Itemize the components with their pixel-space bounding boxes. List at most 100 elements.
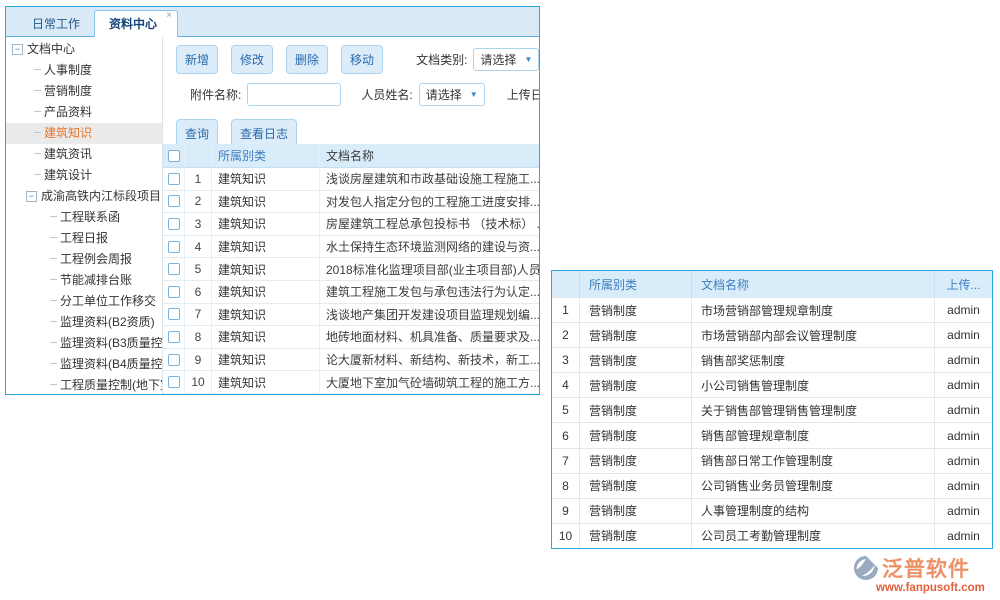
- row-doc-name: 小公司销售管理制度: [692, 373, 935, 397]
- row-uploader: admin: [935, 524, 992, 548]
- header-index-cell: [552, 271, 580, 297]
- tree-item[interactable]: 节能减排台账: [6, 270, 162, 291]
- table-row[interactable]: 7营销制度销售部日常工作管理制度admin: [552, 448, 992, 473]
- tab-daily-work[interactable]: 日常工作: [18, 12, 94, 36]
- attachment-name-input[interactable]: [247, 83, 341, 106]
- row-checkbox[interactable]: [168, 331, 180, 343]
- tree-item[interactable]: 建筑知识: [6, 123, 162, 144]
- header-category: 所属别类: [212, 144, 320, 167]
- tree-item[interactable]: −文档中心: [6, 39, 162, 60]
- header-uploader: 上传...: [935, 271, 992, 297]
- tree-item[interactable]: 产品资料: [6, 102, 162, 123]
- row-checkbox[interactable]: [168, 286, 180, 298]
- row-category: 营销制度: [580, 474, 692, 498]
- header-checkbox-cell: [163, 144, 185, 167]
- row-index: 7: [185, 304, 212, 326]
- tree-branch-line: [50, 321, 57, 322]
- close-icon[interactable]: ×: [166, 11, 172, 21]
- row-checkbox-cell: [163, 281, 185, 303]
- row-uploader: admin: [935, 298, 992, 322]
- delete-button[interactable]: 删除: [286, 45, 328, 74]
- table-row[interactable]: 1营销制度市场营销部管理规章制度admin: [552, 297, 992, 322]
- row-checkbox[interactable]: [168, 173, 180, 185]
- tree-item-label: 工程联系函: [60, 210, 120, 224]
- tree-branch-line: [50, 300, 57, 301]
- tree-item-label: 人事制度: [44, 63, 92, 77]
- marketing-table-body: 1营销制度市场营销部管理规章制度admin2营销制度市场营销部内部会议管理制度a…: [552, 297, 992, 548]
- tree-item[interactable]: 监理资料(B4质量控制): [6, 354, 162, 375]
- table-row[interactable]: 7建筑知识浅谈地产集团开发建设项目监理规划编...: [163, 304, 539, 327]
- select-all-checkbox[interactable]: [168, 150, 180, 162]
- row-index: 8: [552, 474, 580, 498]
- person-name-select[interactable]: 请选择 ▼: [419, 83, 485, 106]
- collapse-icon[interactable]: −: [26, 191, 37, 202]
- table-row[interactable]: 3建筑知识房屋建筑工程总承包投标书 （技术标） ...: [163, 213, 539, 236]
- tree-item[interactable]: 建筑设计: [6, 165, 162, 186]
- row-category: 营销制度: [580, 499, 692, 523]
- tree-item-label: 节能减排台账: [60, 273, 132, 287]
- tree-item[interactable]: 建筑资讯: [6, 144, 162, 165]
- table-row[interactable]: 5营销制度关于销售部管理销售管理制度admin: [552, 397, 992, 422]
- marketing-docs-table: 所属别类 文档名称 上传... 1营销制度市场营销部管理规章制度admin2营销…: [551, 270, 993, 549]
- table-row[interactable]: 4建筑知识水土保持生态环境监测网络的建设与资...: [163, 236, 539, 259]
- add-button[interactable]: 新增: [176, 45, 218, 74]
- row-checkbox[interactable]: [168, 354, 180, 366]
- row-index: 9: [185, 349, 212, 371]
- row-index: 5: [185, 258, 212, 280]
- tree-item[interactable]: 监理资料(B3质量控制): [6, 333, 162, 354]
- table-row[interactable]: 2营销制度市场营销部内部会议管理制度admin: [552, 322, 992, 347]
- row-checkbox[interactable]: [168, 263, 180, 275]
- row-index: 1: [552, 298, 580, 322]
- row-doc-name: 销售部奖惩制度: [692, 348, 935, 372]
- move-button[interactable]: 移动: [341, 45, 383, 74]
- table-row[interactable]: 9建筑知识论大厦新材料、新结构、新技术，新工...: [163, 349, 539, 372]
- tab-data-center[interactable]: 资料中心×: [94, 10, 178, 37]
- tree-item[interactable]: 工程例会周报: [6, 249, 162, 270]
- row-doc-name: 房屋建筑工程总承包投标书 （技术标） ...: [320, 213, 539, 235]
- row-doc-name: 地砖地面材料、机具准备、质量要求及...: [320, 326, 539, 348]
- row-category: 建筑知识: [212, 281, 320, 303]
- row-doc-name: 2018标准化监理项目部(业主项目部)人员...: [320, 258, 539, 280]
- row-checkbox[interactable]: [168, 376, 180, 388]
- tree-item-label: 监理资料(B3质量控制): [60, 336, 162, 350]
- table-row[interactable]: 2建筑知识对发包人指定分包的工程施工进度安排...: [163, 191, 539, 214]
- table-row[interactable]: 8营销制度公司销售业务员管理制度admin: [552, 473, 992, 498]
- table-row[interactable]: 4营销制度小公司销售管理制度admin: [552, 372, 992, 397]
- tree-item[interactable]: 营销制度: [6, 81, 162, 102]
- row-checkbox[interactable]: [168, 218, 180, 230]
- row-checkbox[interactable]: [168, 308, 180, 320]
- doc-category-select[interactable]: 请选择 ▼: [473, 48, 539, 71]
- row-checkbox-cell: [163, 236, 185, 258]
- tree-item[interactable]: 工程日报: [6, 228, 162, 249]
- tree-item[interactable]: −成渝高铁内江标段项目: [6, 186, 162, 207]
- row-index: 10: [185, 371, 212, 393]
- brand-url[interactable]: www.fanpusoft.com: [876, 582, 993, 594]
- table-row[interactable]: 1建筑知识浅谈房屋建筑和市政基础设施工程施工...: [163, 168, 539, 191]
- row-checkbox[interactable]: [168, 195, 180, 207]
- tree-item[interactable]: 分工单位工作移交: [6, 291, 162, 312]
- tree-item[interactable]: 人事制度: [6, 60, 162, 81]
- table-row[interactable]: 9营销制度人事管理制度的结构admin: [552, 498, 992, 523]
- table-row[interactable]: 3营销制度销售部奖惩制度admin: [552, 347, 992, 372]
- row-checkbox-cell: [163, 326, 185, 348]
- table-row[interactable]: 6营销制度销售部管理规章制度admin: [552, 422, 992, 447]
- table-row[interactable]: 10建筑知识大厦地下室加气砼墙砌筑工程的施工方...: [163, 371, 539, 394]
- row-category: 营销制度: [580, 449, 692, 473]
- table-row[interactable]: 6建筑知识建筑工程施工发包与承包违法行为认定...: [163, 281, 539, 304]
- tree-item-label: 产品资料: [44, 105, 92, 119]
- row-checkbox-cell: [163, 349, 185, 371]
- modify-button[interactable]: 修改: [231, 45, 273, 74]
- tree-branch-line: [50, 258, 57, 259]
- tree-item[interactable]: 工程联系函: [6, 207, 162, 228]
- tree-item[interactable]: 监理资料(B2资质): [6, 312, 162, 333]
- row-checkbox[interactable]: [168, 241, 180, 253]
- table-row[interactable]: 8建筑知识地砖地面材料、机具准备、质量要求及...: [163, 326, 539, 349]
- collapse-icon[interactable]: −: [12, 44, 23, 55]
- row-index: 3: [552, 348, 580, 372]
- tree-item[interactable]: 工程质量控制(地下室): [6, 375, 162, 394]
- header-index-cell: [185, 144, 212, 167]
- table-row[interactable]: 10营销制度公司员工考勤管理制度admin: [552, 523, 992, 548]
- table-row[interactable]: 5建筑知识2018标准化监理项目部(业主项目部)人员...: [163, 258, 539, 281]
- header-category: 所属别类: [580, 271, 692, 297]
- document-table: 所属别类 文档名称 1建筑知识浅谈房屋建筑和市政基础设施工程施工...2建筑知识…: [163, 144, 539, 394]
